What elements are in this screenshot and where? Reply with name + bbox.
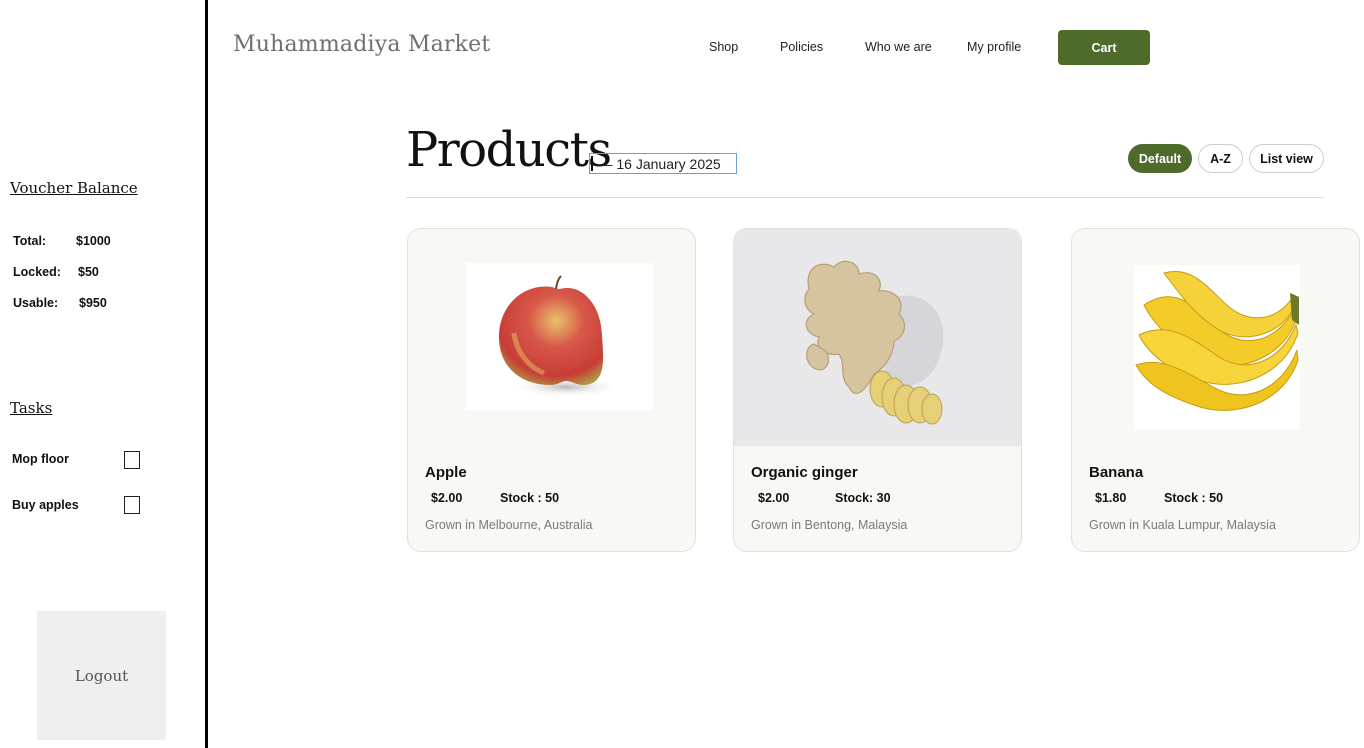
product-stock: Stock : 50 [500,491,560,505]
product-stock: Stock: 30 [835,491,891,505]
nav-who-we-are[interactable]: Who we are [865,40,932,54]
sidebar-divider [205,0,208,748]
date-text: — 16 January 2025 [598,155,721,172]
product-card-banana[interactable]: Banana $1.80 Stock : 50 Grown in Kuala L… [1071,228,1360,552]
product-price: $2.00 [758,491,790,505]
product-origin: Grown in Melbourne, Australia [425,518,593,532]
product-price: $2.00 [431,491,463,505]
tasks-heading: Tasks [10,399,53,417]
balance-usable-value: $950 [79,296,107,310]
title-divider [406,197,1324,198]
brand-logo[interactable]: Muhammadiya Market [233,32,490,57]
voucher-balance-heading: Voucher Balance [10,179,138,197]
product-origin: Grown in Bentong, Malaysia [751,518,908,532]
task-checkbox-mop-floor[interactable] [124,451,140,469]
sidebar: Voucher Balance Total: $1000 Locked: $50… [0,0,205,748]
product-card-apple[interactable]: Apple $2.00 Stock : 50 Grown in Melbourn… [407,228,696,552]
sort-az-button[interactable]: A-Z [1198,144,1243,173]
banana-image [1134,265,1300,430]
balance-locked-label: Locked: [13,265,61,279]
product-name: Apple [425,464,467,481]
balance-usable-label: Usable: [13,296,59,310]
nav-my-profile[interactable]: My profile [967,40,1021,54]
product-stock: Stock : 50 [1164,491,1224,505]
nav-policies[interactable]: Policies [780,40,823,54]
product-name: Organic ginger [751,464,858,481]
balance-locked-value: $50 [78,265,99,279]
balance-total-label: Total: [13,234,47,248]
product-name: Banana [1089,464,1144,481]
logout-button[interactable]: Logout [37,611,166,740]
ginger-image [734,229,1021,446]
sort-default-button[interactable]: Default [1128,144,1192,173]
date-text-field[interactable]: — 16 January 2025 [589,153,737,174]
list-view-button[interactable]: List view [1249,144,1324,173]
product-card-organic-ginger[interactable]: Organic ginger $2.00 Stock: 30 Grown in … [733,228,1022,552]
apple-image [466,263,653,410]
text-cursor [591,156,593,171]
task-checkbox-buy-apples[interactable] [124,496,140,514]
nav-shop[interactable]: Shop [709,40,738,54]
product-price: $1.80 [1095,491,1127,505]
task-label-buy-apples: Buy apples [12,498,79,512]
task-label-mop-floor: Mop floor [12,452,69,466]
page-title: Products [406,122,612,178]
product-origin: Grown in Kuala Lumpur, Malaysia [1089,518,1276,532]
balance-total-value: $1000 [76,234,111,248]
cart-button[interactable]: Cart [1058,30,1150,65]
